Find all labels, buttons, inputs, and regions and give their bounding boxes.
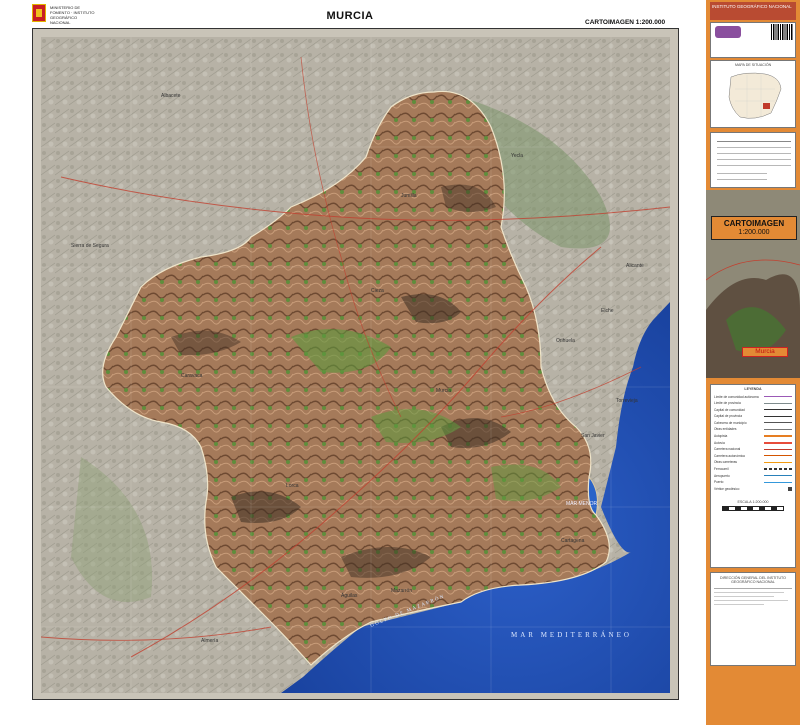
- credits-panel: DIRECCIÓN GENERAL DEL INSTITUTO GEOGRÁFI…: [710, 572, 796, 666]
- place-label: Orihuela: [556, 338, 575, 344]
- cover-name: Murcia: [742, 347, 788, 357]
- place-label: Mazarrón: [391, 588, 412, 594]
- legend-row: Otras entidades: [714, 426, 792, 433]
- legend-row: Autovía: [714, 439, 792, 446]
- map-svg[interactable]: Murcia Cartagena Lorca Caravaca Jumilla …: [41, 37, 670, 693]
- legend-row: Capital de comunidad: [714, 406, 792, 413]
- legend-row: Capital de provincia: [714, 413, 792, 420]
- legend-row: Límite de comunidad autónoma: [714, 393, 792, 400]
- legend-scale: ESCALA 1:200.000: [737, 500, 769, 505]
- location-map-panel: MAPA DE SITUACIÓN: [710, 60, 796, 128]
- barcode-icon: [771, 24, 793, 40]
- place-label: Alicante: [626, 263, 644, 269]
- legend-row: Vértice geodésico: [714, 486, 792, 493]
- legend-row: Otras carreteras: [714, 459, 792, 466]
- place-label: Cieza: [371, 288, 384, 294]
- place-label: Almería: [201, 638, 218, 644]
- place-label: Lorca: [286, 483, 299, 489]
- spain-location-map: [728, 72, 782, 119]
- highlight-murcia: [763, 103, 770, 109]
- legend-row: Aeropuerto: [714, 472, 792, 479]
- legend-row: Ferrocarril: [714, 466, 792, 473]
- place-label: Elche: [601, 308, 614, 314]
- legend-row: Autopista: [714, 433, 792, 440]
- sea-label: MAR MEDITERRÁNEO: [511, 631, 632, 639]
- legend-row: Carretera nacional: [714, 446, 792, 453]
- satellite-map[interactable]: Murcia Cartagena Lorca Caravaca Jumilla …: [41, 37, 670, 693]
- cover-title-box: CARTOIMAGEN 1:200.000: [711, 216, 797, 240]
- map-frame[interactable]: Murcia Cartagena Lorca Caravaca Jumilla …: [32, 28, 679, 700]
- place-label: Sierra de Segura: [71, 243, 109, 249]
- coordinates-panel: [710, 132, 796, 188]
- mar-menor-label: MAR MENOR: [566, 501, 598, 507]
- legend-panel: LEYENDA Límite de comunidad autónoma Lím…: [710, 384, 796, 568]
- scale-bar: [722, 506, 784, 512]
- location-title: MAPA DE SITUACIÓN: [735, 63, 772, 67]
- cover-scale: 1:200.000: [738, 229, 770, 236]
- place-label: Albacete: [161, 93, 181, 99]
- place-label: Torrevieja: [616, 398, 638, 404]
- legend-row: Puerto: [714, 479, 792, 486]
- place-label: Águilas: [341, 592, 358, 599]
- place-label: Murcia: [436, 388, 451, 394]
- legend-row: Cabecera de municipio: [714, 420, 792, 427]
- scale-title: CARTOIMAGEN 1:200.000: [585, 19, 666, 26]
- place-label: Yecla: [511, 153, 523, 159]
- legend-row: Límite de provincia: [714, 400, 792, 407]
- ign-header: INSTITUTO GEOGRÁFICO NACIONAL: [710, 2, 796, 20]
- legend-title: LEYENDA: [744, 387, 762, 391]
- cover-title: CARTOIMAGEN: [723, 219, 785, 228]
- region-thumbnail-icon: [715, 26, 741, 38]
- place-label: San Javier: [581, 433, 605, 439]
- place-label: Cartagena: [561, 538, 585, 544]
- credits-title: DIRECCIÓN GENERAL DEL INSTITUTO GEOGRÁFI…: [720, 576, 786, 585]
- place-label: Jumilla: [401, 193, 417, 199]
- place-label: Caravaca: [181, 373, 203, 379]
- legend-row: Carretera autonómica: [714, 453, 792, 460]
